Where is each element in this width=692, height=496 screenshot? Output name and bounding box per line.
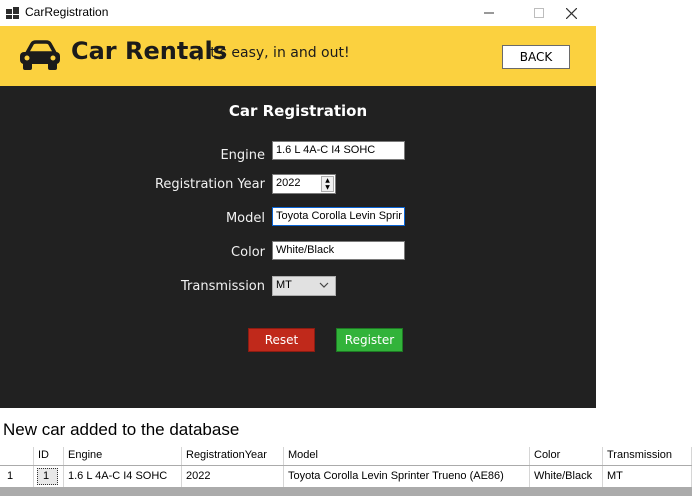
grid-header: ID Engine RegistrationYear Model Color T… bbox=[0, 447, 692, 465]
cell-model[interactable]: Toyota Corolla Levin Sprinter Trueno (AE… bbox=[284, 466, 530, 487]
tagline: | It's easy, in and out! bbox=[197, 45, 350, 61]
car-icon bbox=[20, 40, 60, 70]
registration-year-label: Registration Year bbox=[154, 177, 265, 192]
row-header[interactable]: 1 bbox=[0, 466, 34, 487]
engine-input[interactable]: 1.6 L 4A-C I4 SOHC bbox=[272, 141, 405, 160]
column-header-model[interactable]: Model bbox=[284, 447, 530, 465]
cell-transmission[interactable]: MT bbox=[603, 466, 692, 487]
chevron-down-icon bbox=[319, 282, 329, 288]
cell-id[interactable]: 1 bbox=[34, 466, 64, 487]
engine-label: Engine bbox=[220, 148, 265, 163]
spin-up-icon[interactable]: ▲ bbox=[322, 177, 333, 184]
status-message: New car added to the database bbox=[3, 420, 240, 439]
model-input[interactable]: Toyota Corolla Levin Sprir bbox=[272, 207, 405, 226]
cell-engine[interactable]: 1.6 L 4A-C I4 SOHC bbox=[64, 466, 182, 487]
registration-year-value: 2022 bbox=[276, 177, 301, 189]
header-banner: Car Rentals | It's easy, in and out! BAC… bbox=[0, 26, 596, 86]
app-icon bbox=[6, 7, 19, 19]
column-header-registration-year[interactable]: RegistrationYear bbox=[182, 447, 284, 465]
close-icon bbox=[565, 7, 577, 19]
minimize-button[interactable] bbox=[466, 0, 512, 26]
back-button[interactable]: BACK bbox=[502, 45, 570, 69]
row-number: 1 bbox=[7, 470, 14, 482]
window-title: CarRegistration bbox=[25, 5, 109, 19]
close-button[interactable] bbox=[548, 0, 594, 26]
column-header-id[interactable]: ID bbox=[34, 447, 64, 465]
register-button[interactable]: Register bbox=[336, 328, 403, 352]
maximize-icon bbox=[534, 8, 544, 18]
cell-registration-year[interactable]: 2022 bbox=[182, 466, 284, 487]
transmission-label: Transmission bbox=[181, 279, 265, 294]
cell-color[interactable]: White/Black bbox=[530, 466, 603, 487]
app-window: CarRegistration Car Rentals | It's easy,… bbox=[0, 0, 596, 408]
column-header-engine[interactable]: Engine bbox=[64, 447, 182, 465]
form-title: Car Registration bbox=[228, 102, 368, 120]
model-label: Model bbox=[225, 211, 265, 226]
title-bar[interactable]: CarRegistration bbox=[0, 0, 596, 26]
minimize-icon bbox=[484, 12, 494, 14]
transmission-value: MT bbox=[276, 279, 292, 291]
color-label: Color bbox=[231, 245, 265, 260]
spin-down-icon[interactable]: ▼ bbox=[322, 184, 333, 191]
registration-year-stepper[interactable]: 2022 ▲ ▼ bbox=[272, 174, 336, 194]
color-input[interactable]: White/Black bbox=[272, 241, 405, 260]
transmission-select[interactable]: MT bbox=[272, 276, 336, 296]
row-header-corner bbox=[0, 447, 34, 465]
stepper-buttons[interactable]: ▲ ▼ bbox=[321, 176, 334, 192]
table-row[interactable]: 1 1 1.6 L 4A-C I4 SOHC 2022 Toyota Corol… bbox=[0, 466, 692, 487]
reset-button[interactable]: Reset bbox=[248, 328, 315, 352]
column-header-color[interactable]: Color bbox=[530, 447, 603, 465]
column-header-transmission[interactable]: Transmission bbox=[603, 447, 692, 465]
